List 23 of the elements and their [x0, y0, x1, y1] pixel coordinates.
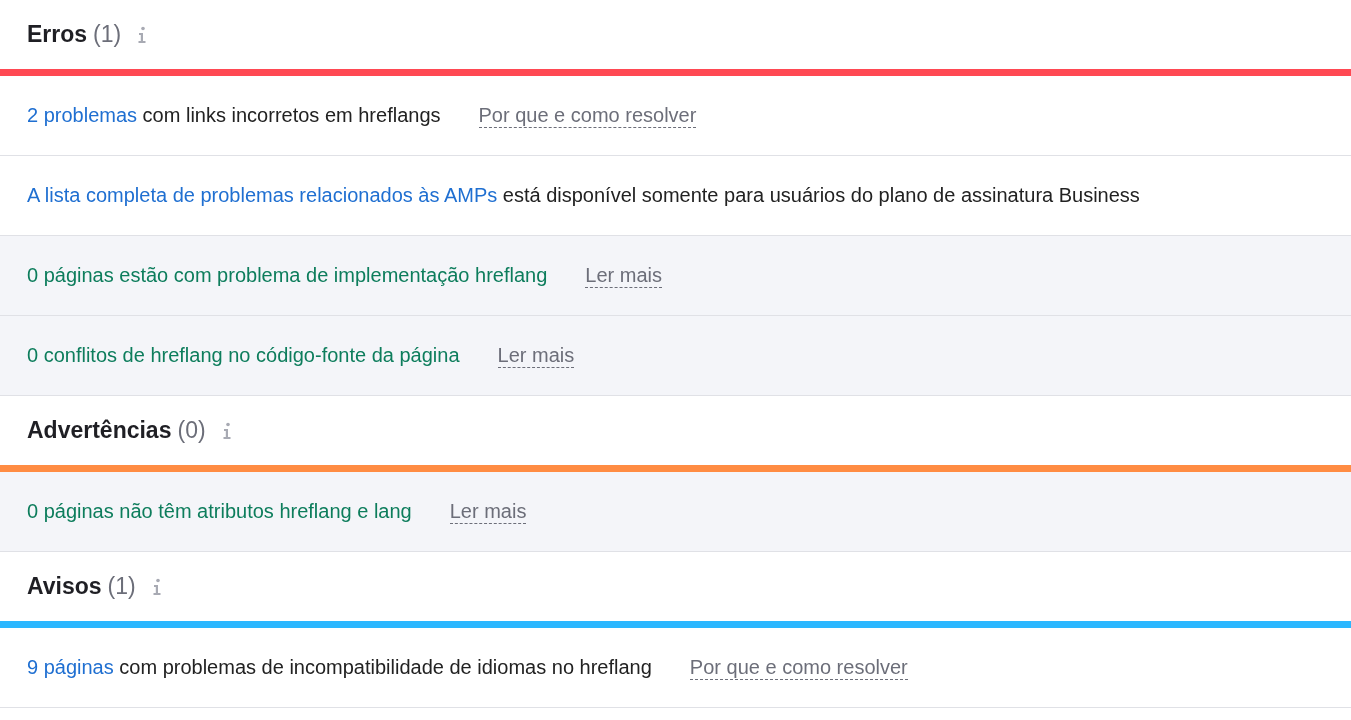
help-link[interactable]: Ler mais: [497, 343, 575, 368]
section-count: (0): [177, 417, 206, 444]
info-icon[interactable]: [137, 25, 148, 44]
info-icon[interactable]: [221, 421, 232, 440]
check-text: 0 conflitos de hreflang no código-fonte da página: [27, 344, 460, 367]
help-link[interactable]: Ler mais: [449, 499, 527, 524]
issue-link[interactable]: 9 páginas: [27, 656, 114, 678]
section-count: (1): [93, 21, 122, 48]
check-text: 0 páginas não têm atributos hreflang e lang: [27, 500, 412, 523]
check-text: 0 páginas estão com problema de implementação hreflang: [27, 264, 548, 287]
issue-link[interactable]: 2 problemas: [27, 104, 138, 126]
section-count: (1): [107, 573, 136, 600]
info-icon[interactable]: [151, 577, 162, 596]
help-link[interactable]: Por que e como resolver: [478, 103, 697, 128]
help-link[interactable]: Por que e como resolver: [689, 655, 908, 680]
issue-text: 9 páginas com problemas de incompatibilidade de idiomas no hreflang: [27, 656, 652, 679]
section-title: Advertências: [27, 417, 172, 444]
section-title: Erros: [27, 21, 88, 48]
section-title: Avisos: [27, 573, 102, 600]
issue-link[interactable]: A lista completa de problemas relacionados às AMPs: [27, 184, 498, 206]
issue-text: A lista completa de problemas relacionados às AMPs está disponível somente para usuários do plano de assinatura Business: [27, 184, 1140, 207]
help-link[interactable]: Ler mais: [585, 263, 662, 288]
issue-text: 2 problemas com links incorretos em hreflangs: [27, 104, 441, 127]
